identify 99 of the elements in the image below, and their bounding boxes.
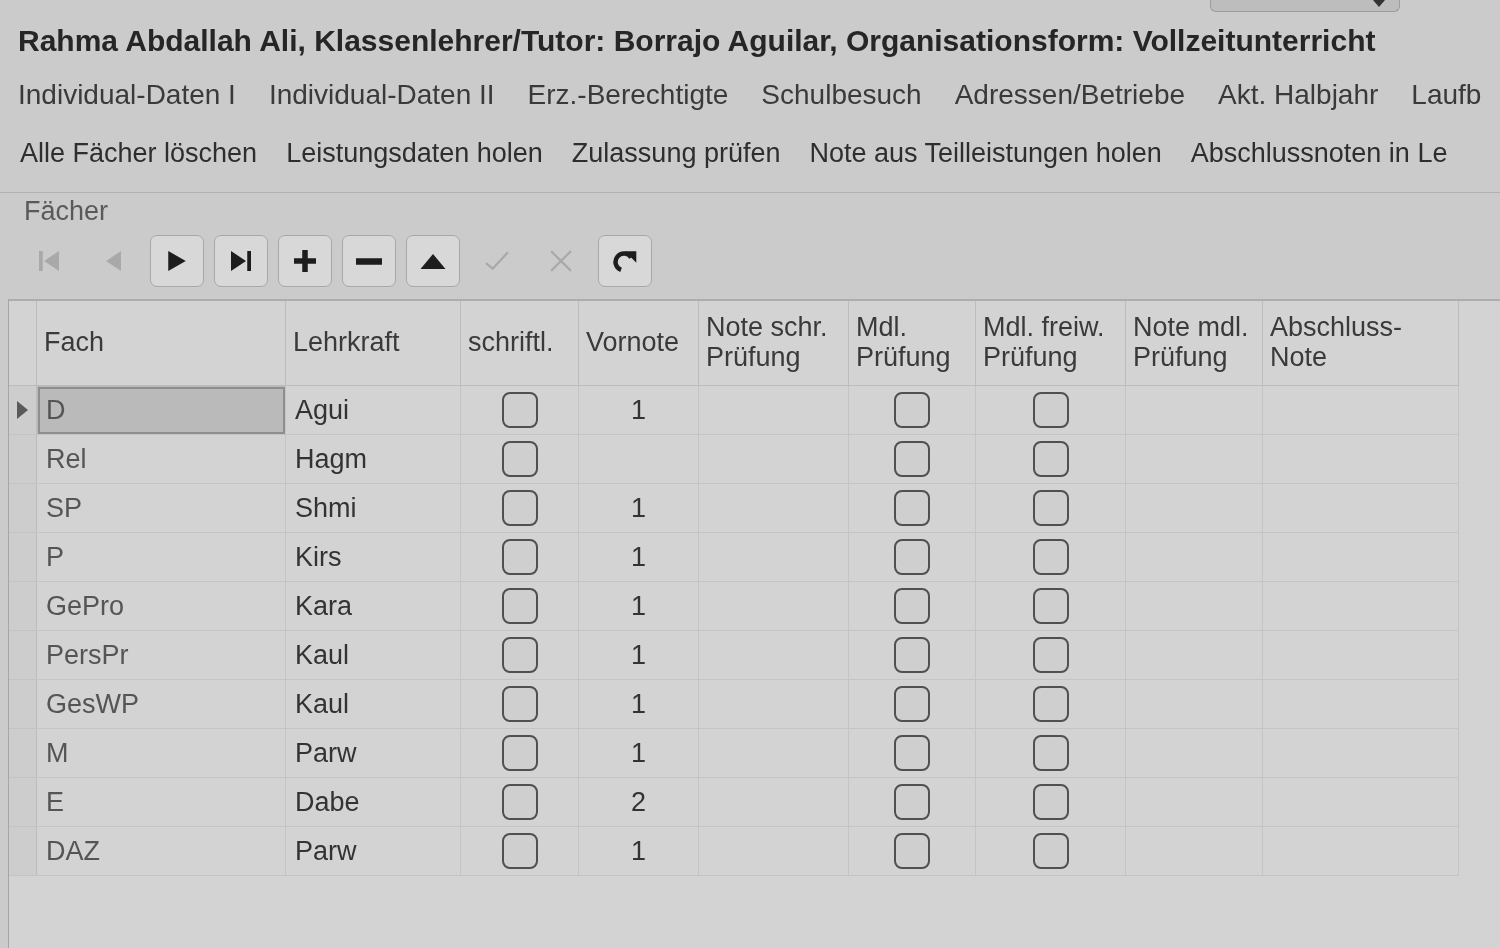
checkbox[interactable] [1032, 637, 1069, 673]
column-header[interactable]: Mdl. freiw. Prüfung [976, 301, 1126, 386]
checkbox[interactable] [1032, 735, 1069, 771]
checkbox[interactable] [501, 392, 538, 428]
caret-icon [1373, 0, 1385, 7]
checkbox[interactable] [501, 539, 538, 575]
checkbox[interactable] [501, 833, 538, 869]
checkbox[interactable] [1032, 490, 1069, 526]
checkbox[interactable] [501, 784, 538, 820]
table-cell: Rel [37, 435, 286, 484]
tab[interactable]: Schulbesuch [761, 79, 922, 111]
checkbox[interactable] [501, 686, 538, 722]
action-link[interactable]: Note aus Teilleistungen holen [809, 137, 1162, 169]
table-cell: PersPr [37, 631, 286, 680]
checkbox[interactable] [894, 686, 930, 722]
checkbox[interactable] [1032, 539, 1069, 575]
navigator-button[interactable] [598, 235, 652, 287]
table-cell: 1 [579, 386, 699, 435]
tab[interactable]: Adressen/Betriebe [954, 79, 1186, 111]
group-title: Fächer [24, 194, 109, 228]
refresh-icon [612, 248, 638, 274]
checkbox[interactable] [1032, 392, 1069, 428]
table-cell: Agui [286, 386, 461, 435]
table-cell: DAZ [37, 827, 286, 876]
navigator-button[interactable] [406, 235, 460, 287]
checkbox[interactable] [894, 441, 930, 477]
triangle-up-icon [420, 253, 446, 269]
table-cell: 1 [579, 729, 699, 778]
column-header[interactable]: Note mdl. Prüfung [1126, 301, 1263, 386]
navigator-button[interactable] [150, 235, 204, 287]
table-cell: Kaul [286, 631, 461, 680]
navigator-button[interactable] [278, 235, 332, 287]
checkbox[interactable] [1032, 686, 1069, 722]
checkbox[interactable] [894, 784, 930, 820]
checkbox[interactable] [894, 637, 930, 673]
row-pointer-icon [17, 401, 28, 419]
table-cell: Parw [286, 827, 461, 876]
action-link[interactable]: Leistungsdaten holen [286, 137, 543, 169]
column-header[interactable]: schriftl. [461, 301, 579, 386]
checkbox[interactable] [894, 539, 930, 575]
table-cell: Kaul [286, 680, 461, 729]
checkbox[interactable] [501, 588, 538, 624]
checkbox[interactable] [501, 735, 538, 771]
table-cell: Hagm [286, 435, 461, 484]
column-header[interactable]: Lehrkraft [286, 301, 461, 386]
table-cell: Dabe [286, 778, 461, 827]
table-cell: 1 [579, 827, 699, 876]
checkbox[interactable] [894, 392, 930, 428]
table-cell: 1 [579, 533, 699, 582]
checkbox[interactable] [501, 441, 538, 477]
tab[interactable]: Akt. Halbjahr [1218, 79, 1379, 111]
tab[interactable]: Erz.-Berechtigte [527, 79, 729, 111]
minus-icon [356, 257, 382, 265]
table-cell: 1 [579, 680, 699, 729]
checkbox[interactable] [894, 833, 930, 869]
table-cell: 1 [579, 484, 699, 533]
table-cell: SP [37, 484, 286, 533]
action-link[interactable]: Alle Fächer löschen [20, 137, 258, 169]
action-link[interactable]: Abschlussnoten in Le [1190, 137, 1448, 169]
checkbox[interactable] [1032, 833, 1069, 869]
checkbox[interactable] [894, 735, 930, 771]
column-header[interactable]: Vornote [579, 301, 699, 386]
cross-icon [550, 250, 572, 272]
table-cell: 1 [579, 631, 699, 680]
column-header[interactable]: Mdl. Prüfung [849, 301, 976, 386]
checkbox[interactable] [501, 490, 538, 526]
checkbox[interactable] [501, 637, 538, 673]
table-cell: Kara [286, 582, 461, 631]
table-cell: GesWP [37, 680, 286, 729]
navigator-button[interactable] [342, 235, 396, 287]
table-cell: Shmi [286, 484, 461, 533]
column-header[interactable]: Note schr. Prüfung [699, 301, 849, 386]
table-cell: 1 [579, 582, 699, 631]
column-header[interactable]: Abschluss-Note [1263, 301, 1459, 386]
triangle-right-icon [168, 251, 186, 271]
checkbox[interactable] [894, 490, 930, 526]
checkbox[interactable] [894, 588, 930, 624]
tab[interactable]: Individual-Daten II [268, 79, 495, 111]
plus-icon [294, 250, 316, 272]
table-cell: M [37, 729, 286, 778]
checkbox[interactable] [1032, 588, 1069, 624]
check-icon [485, 251, 509, 271]
table-cell: Parw [286, 729, 461, 778]
triangle-left-icon [105, 251, 121, 271]
table-cell: 2 [579, 778, 699, 827]
table-cell: D [37, 386, 286, 435]
tab[interactable]: Laufb [1411, 79, 1482, 111]
student-header-title: Rahma Abdallah Ali, Klassenlehrer/Tutor: Borrajo Aguilar, Organisationsform: Vollzeitunterricht [18, 24, 1376, 58]
skip-end-icon [231, 251, 251, 271]
table-cell: P [37, 533, 286, 582]
checkbox[interactable] [1032, 784, 1069, 820]
action-link[interactable]: Zulassung prüfen [571, 137, 781, 169]
table-cell: GePro [37, 582, 286, 631]
navigator-button[interactable] [214, 235, 268, 287]
skip-start-icon [39, 251, 59, 271]
table-cell: Kirs [286, 533, 461, 582]
table-cell: E [37, 778, 286, 827]
tab[interactable]: Individual-Daten I [18, 79, 236, 111]
checkbox[interactable] [1032, 441, 1069, 477]
